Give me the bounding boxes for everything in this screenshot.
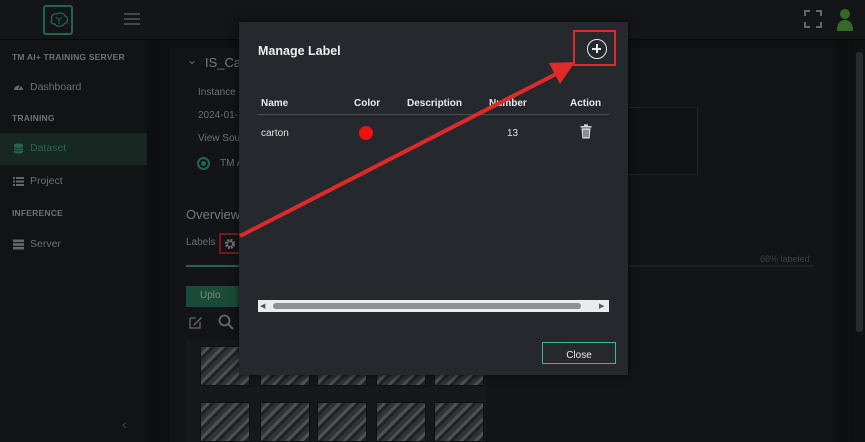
annotation-arrow <box>239 62 575 238</box>
